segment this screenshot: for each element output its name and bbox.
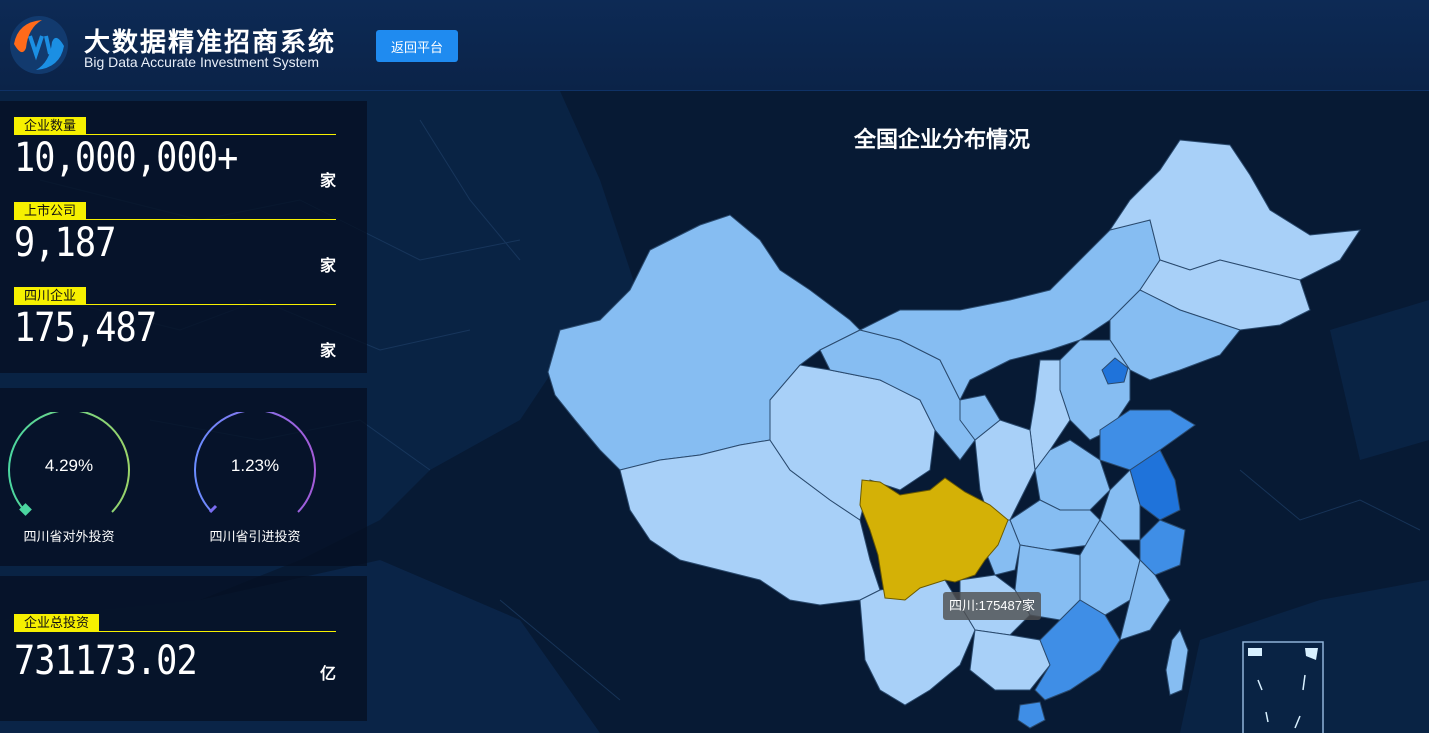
stat-label: 企业数量 <box>14 117 87 134</box>
total-investment-panel: 企业总投资 731173.02 亿 <box>0 576 367 721</box>
investment-gauges-panel: 4.29% 四川省对外投资 1.23% 四川省引进投资 <box>0 388 367 566</box>
stat-value: 731173.02 <box>14 638 198 684</box>
stat-unit: 家 <box>320 343 337 360</box>
stat-label: 上市公司 <box>14 202 87 219</box>
gauge-inbound-value: 1.23% <box>230 456 280 475</box>
divider <box>14 631 336 632</box>
stat-unit: 家 <box>320 173 337 190</box>
stats-panel: 企业数量 10,000,000+ 家 上市公司 9,187 家 四川企业 175… <box>0 101 367 373</box>
gauge-outbound-value: 4.29% <box>44 456 94 475</box>
map-tooltip: 四川:175487家 <box>943 592 1041 620</box>
stat-label: 企业总投资 <box>14 614 100 631</box>
gauge-outbound-label: 四川省对外投资 <box>23 529 115 544</box>
stat-value: 9,187 <box>14 220 116 266</box>
stat-unit: 亿 <box>320 666 337 683</box>
top-header: 大数据精准招商系统 Big Data Accurate Investment S… <box>0 0 1429 91</box>
gauge-inbound-label: 四川省引进投资 <box>209 529 301 544</box>
map-title: 全国企业分布情况 <box>854 127 1031 152</box>
stat-value: 175,487 <box>14 305 157 351</box>
stat-unit: 家 <box>320 258 337 275</box>
logo-icon <box>10 16 68 74</box>
back-to-platform-button[interactable]: 返回平台 <box>376 30 458 62</box>
stat-value: 10,000,000+ <box>14 135 238 181</box>
stat-label: 四川企业 <box>14 287 87 304</box>
app-subtitle: Big Data Accurate Investment System <box>84 54 319 70</box>
